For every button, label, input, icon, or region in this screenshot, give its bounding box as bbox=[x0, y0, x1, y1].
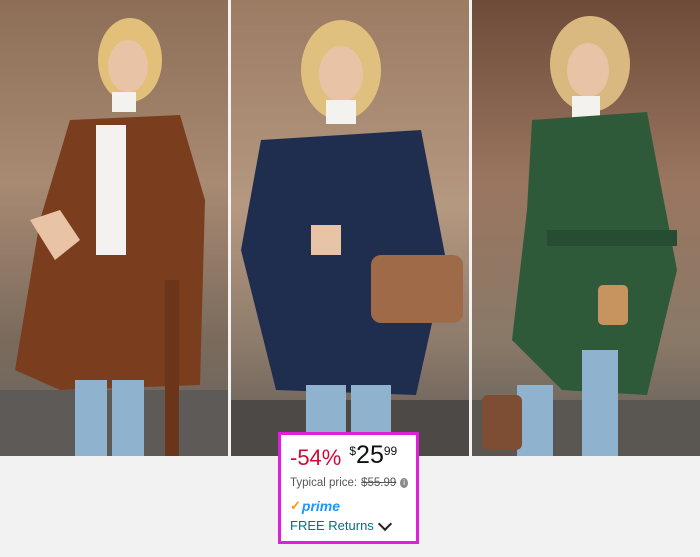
price-whole: 25 bbox=[356, 441, 384, 469]
current-price: $ 25 99 bbox=[349, 439, 397, 470]
green-shirt-jacket-photo[interactable] bbox=[472, 0, 700, 456]
price-highlight-box: -54% $ 25 99 Typical price: $55.99 i ✓ p… bbox=[278, 432, 419, 544]
prime-label: prime bbox=[301, 498, 341, 514]
navy-shirt-jacket-photo[interactable] bbox=[231, 0, 469, 456]
price-row: -54% $ 25 99 bbox=[290, 439, 408, 473]
typical-price-label: Typical price: bbox=[290, 477, 358, 489]
free-returns-label: FREE Returns bbox=[290, 518, 374, 533]
discount-percentage: -54% bbox=[290, 445, 342, 470]
prime-badge: ✓ prime bbox=[290, 498, 408, 514]
free-returns-link[interactable]: FREE Returns bbox=[290, 516, 408, 533]
prime-check-icon: ✓ bbox=[290, 498, 301, 513]
typical-price-value: $55.99 bbox=[361, 477, 397, 489]
chevron-down-icon[interactable] bbox=[377, 516, 392, 531]
product-image-gallery bbox=[0, 0, 700, 456]
price-currency-symbol: $ bbox=[349, 444, 357, 458]
brown-shirt-jacket-photo[interactable] bbox=[0, 0, 228, 456]
typical-price-row: Typical price: $55.99 i bbox=[290, 477, 408, 489]
price-fraction: 99 bbox=[383, 444, 398, 458]
info-icon[interactable]: i bbox=[400, 478, 408, 488]
